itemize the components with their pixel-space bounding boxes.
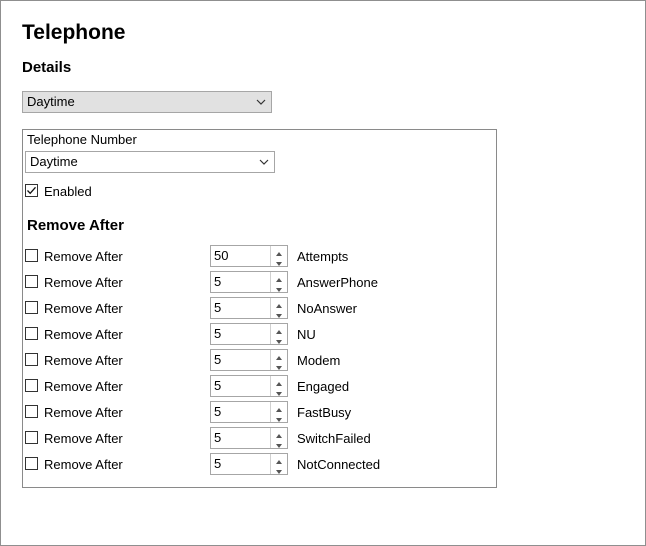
- engaged-spinbox[interactable]: 5: [210, 375, 288, 397]
- caret-down-icon[interactable]: [271, 334, 287, 344]
- details-type-dropdown[interactable]: Daytime: [22, 91, 272, 113]
- spin-value: 5: [214, 404, 222, 419]
- details-type-value: Daytime: [27, 94, 75, 109]
- reason-label-answerphone: AnswerPhone: [297, 275, 378, 290]
- caret-down-icon[interactable]: [271, 386, 287, 396]
- nu-spinbox[interactable]: 5: [210, 323, 288, 345]
- caret-up-icon[interactable]: [271, 428, 287, 438]
- spin-value: 5: [214, 352, 222, 367]
- answerphone-spinbox[interactable]: 5: [210, 271, 288, 293]
- reason-label-attempts: Attempts: [297, 249, 349, 264]
- caret-down-icon[interactable]: [271, 256, 287, 266]
- remove-after-label: Remove After: [44, 457, 123, 472]
- caret-down-icon[interactable]: [271, 464, 287, 474]
- caret-up-icon[interactable]: [271, 298, 287, 308]
- modem-spinbox[interactable]: 5: [210, 349, 288, 371]
- remove-after-checkbox-modem[interactable]: [25, 353, 38, 366]
- chevron-down-icon: [255, 92, 267, 112]
- enabled-label: Enabled: [44, 184, 92, 199]
- spin-value: 5: [214, 326, 222, 341]
- caret-down-icon[interactable]: [271, 308, 287, 318]
- remove-after-label: Remove After: [44, 327, 123, 342]
- remove-after-heading: Remove After: [27, 217, 124, 234]
- remove-after-checkbox-attempts[interactable]: [25, 249, 38, 262]
- spin-value: 5: [214, 378, 222, 393]
- remove-after-checkbox-fastbusy[interactable]: [25, 405, 38, 418]
- fastbusy-spinbox[interactable]: 5: [210, 401, 288, 423]
- reason-label-fastbusy: FastBusy: [297, 405, 352, 420]
- caret-down-icon[interactable]: [271, 360, 287, 370]
- caret-up-icon[interactable]: [271, 246, 287, 256]
- telephone-window: Telephone Details Daytime Telephone Numb…: [0, 0, 646, 546]
- caret-down-icon[interactable]: [271, 412, 287, 422]
- remove-after-checkbox-answerphone[interactable]: [25, 275, 38, 288]
- spin-value: 50: [214, 248, 229, 263]
- remove-after-checkbox-nu[interactable]: [25, 327, 38, 340]
- reason-label-nu: NU: [297, 327, 316, 342]
- caret-up-icon[interactable]: [271, 324, 287, 334]
- reason-label-notconnected: NotConnected: [297, 457, 381, 472]
- remove-after-label: Remove After: [44, 405, 123, 420]
- spin-value: 5: [214, 300, 222, 315]
- page-title: Telephone: [22, 21, 126, 44]
- remove-after-label: Remove After: [44, 301, 123, 316]
- switchfailed-spinbox[interactable]: 5: [210, 427, 288, 449]
- reason-label-modem: Modem: [297, 353, 341, 368]
- spin-value: 5: [214, 430, 222, 445]
- chevron-down-icon: [258, 152, 270, 172]
- remove-after-checkbox-notconnected[interactable]: [25, 457, 38, 470]
- reason-label-engaged: Engaged: [297, 379, 350, 394]
- reason-label-switchfailed: SwitchFailed: [297, 431, 371, 446]
- checkmark-icon: [27, 186, 36, 195]
- reason-label-noanswer: NoAnswer: [297, 301, 357, 316]
- remove-after-label: Remove After: [44, 353, 123, 368]
- caret-up-icon[interactable]: [271, 402, 287, 412]
- remove-after-checkbox-engaged[interactable]: [25, 379, 38, 392]
- enabled-checkbox[interactable]: [25, 184, 38, 197]
- noanswer-spinbox[interactable]: 5: [210, 297, 288, 319]
- spin-value: 5: [214, 274, 222, 289]
- attempts-spinbox[interactable]: 50: [210, 245, 288, 267]
- remove-after-label: Remove After: [44, 431, 123, 446]
- caret-down-icon[interactable]: [271, 282, 287, 292]
- remove-after-label: Remove After: [44, 249, 123, 264]
- caret-down-icon[interactable]: [271, 438, 287, 448]
- spin-value: 5: [214, 456, 222, 471]
- caret-up-icon[interactable]: [271, 454, 287, 464]
- caret-up-icon[interactable]: [271, 350, 287, 360]
- telephone-number-value: Daytime: [30, 154, 78, 169]
- remove-after-checkbox-switchfailed[interactable]: [25, 431, 38, 444]
- caret-up-icon[interactable]: [271, 272, 287, 282]
- telephone-number-dropdown[interactable]: Daytime: [25, 151, 275, 173]
- remove-after-label: Remove After: [44, 379, 123, 394]
- notconnected-spinbox[interactable]: 5: [210, 453, 288, 475]
- remove-after-checkbox-noanswer[interactable]: [25, 301, 38, 314]
- telephone-number-label: Telephone Number: [27, 132, 137, 147]
- caret-up-icon[interactable]: [271, 376, 287, 386]
- remove-after-label: Remove After: [44, 275, 123, 290]
- details-heading: Details: [22, 59, 72, 76]
